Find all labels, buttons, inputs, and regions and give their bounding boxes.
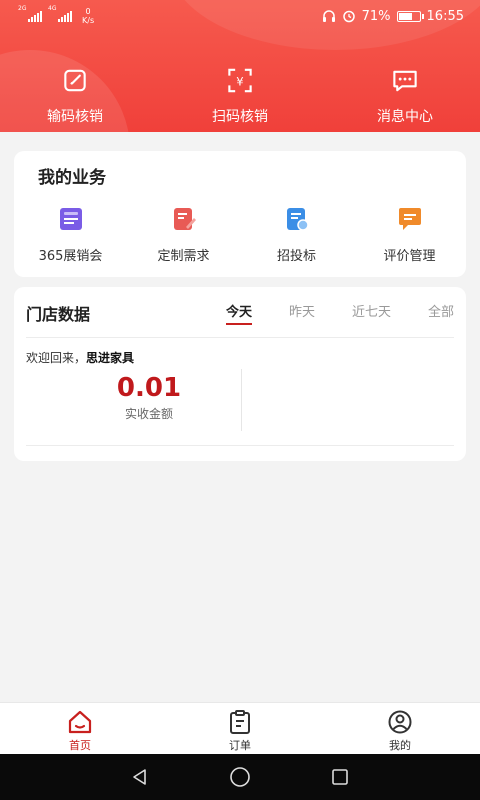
date-range-tabs: 今天 昨天 近七天 全部	[189, 301, 454, 325]
business-item-review[interactable]: 评价管理	[360, 205, 460, 264]
business-title: 我的业务	[38, 168, 106, 188]
edit-icon	[64, 69, 86, 92]
network-speed: 0 K/s	[82, 7, 94, 25]
message-icon	[393, 70, 417, 92]
battery-icon	[396, 10, 424, 22]
nav-profile-label: 我的	[389, 739, 411, 752]
signal-icon: 2G	[18, 5, 42, 22]
profile-icon	[388, 710, 412, 734]
top-actions: 输码核销 ¥ 扫码核销 消息中心	[0, 66, 480, 126]
clock: 16:55	[426, 8, 464, 24]
nav-orders[interactable]: 订单	[200, 703, 280, 754]
order-icon	[230, 710, 250, 734]
business-item-label: 招投标	[276, 249, 316, 264]
back-icon	[133, 769, 146, 785]
signal-type-label: 4G	[48, 5, 57, 12]
store-name: 思进家具	[86, 351, 135, 365]
business-item-label: 定制需求	[157, 249, 210, 264]
recents-button[interactable]	[320, 757, 360, 797]
signal-type-label: 2G	[18, 5, 27, 12]
signal-icon: 4G	[48, 5, 72, 22]
review-icon	[398, 208, 421, 230]
home-button[interactable]	[220, 757, 260, 797]
alarm-icon	[342, 10, 355, 23]
code-verify-label: 输码核销	[47, 109, 103, 125]
expo-icon	[59, 208, 82, 230]
nav-home-label: 首页	[69, 739, 91, 752]
divider	[26, 337, 454, 338]
recents-icon	[332, 769, 348, 785]
business-item-label: 评价管理	[383, 249, 436, 264]
nav-orders-label: 订单	[229, 739, 251, 752]
revenue-metric: 0.01 实收金额	[74, 373, 224, 422]
network-speed-value: 0	[85, 7, 91, 16]
home-icon	[68, 710, 92, 734]
network-speed-unit: K/s	[82, 16, 95, 25]
system-navigation-bar	[0, 754, 480, 800]
welcome-message: 欢迎回来，思进家具	[26, 349, 134, 366]
bidding-icon	[286, 208, 309, 231]
metric-value: 0.01	[116, 373, 182, 403]
divider	[26, 445, 454, 446]
business-card: 我的业务 365展销会 定制需求 招投标 评价管理	[14, 151, 466, 277]
business-item-expo[interactable]: 365展销会	[21, 205, 121, 264]
tab-today[interactable]: 今天	[225, 301, 252, 325]
nav-profile[interactable]: 我的	[360, 703, 440, 754]
tab-all[interactable]: 全部	[428, 301, 454, 320]
circle-home-icon	[230, 767, 250, 787]
scan-icon: ¥	[228, 68, 252, 93]
battery-percent: 71%	[361, 8, 391, 24]
message-center-label: 消息中心	[377, 109, 433, 125]
scan-verify-button[interactable]: ¥ 扫码核销	[185, 66, 295, 126]
business-item-label: 365展销会	[38, 249, 103, 264]
code-verify-button[interactable]: 输码核销	[20, 66, 130, 126]
message-center-button[interactable]: 消息中心	[350, 66, 460, 126]
store-data-card: 门店数据 今天 昨天 近七天 全部 欢迎回来，思进家具 0.01 实收金额	[14, 287, 466, 461]
svg-text:¥: ¥	[236, 74, 243, 88]
metric-label: 实收金额	[124, 407, 173, 421]
scan-verify-label: 扫码核销	[212, 109, 268, 125]
welcome-prefix: 欢迎回来，	[26, 351, 87, 365]
store-data-title: 门店数据	[26, 305, 91, 324]
back-button[interactable]	[120, 757, 160, 797]
status-bar: 2G 4G 0 K/s 71% 16:55	[0, 0, 480, 32]
headset-icon	[322, 10, 335, 22]
business-item-custom[interactable]: 定制需求	[134, 205, 234, 264]
tab-yesterday[interactable]: 昨天	[289, 301, 315, 320]
business-item-bidding[interactable]: 招投标	[247, 205, 347, 264]
tab-last-seven-days[interactable]: 近七天	[352, 301, 391, 320]
bottom-navigation: 首页 订单 我的	[0, 702, 480, 754]
custom-icon	[173, 208, 196, 230]
vertical-divider	[241, 369, 242, 431]
nav-home[interactable]: 首页	[40, 703, 120, 754]
